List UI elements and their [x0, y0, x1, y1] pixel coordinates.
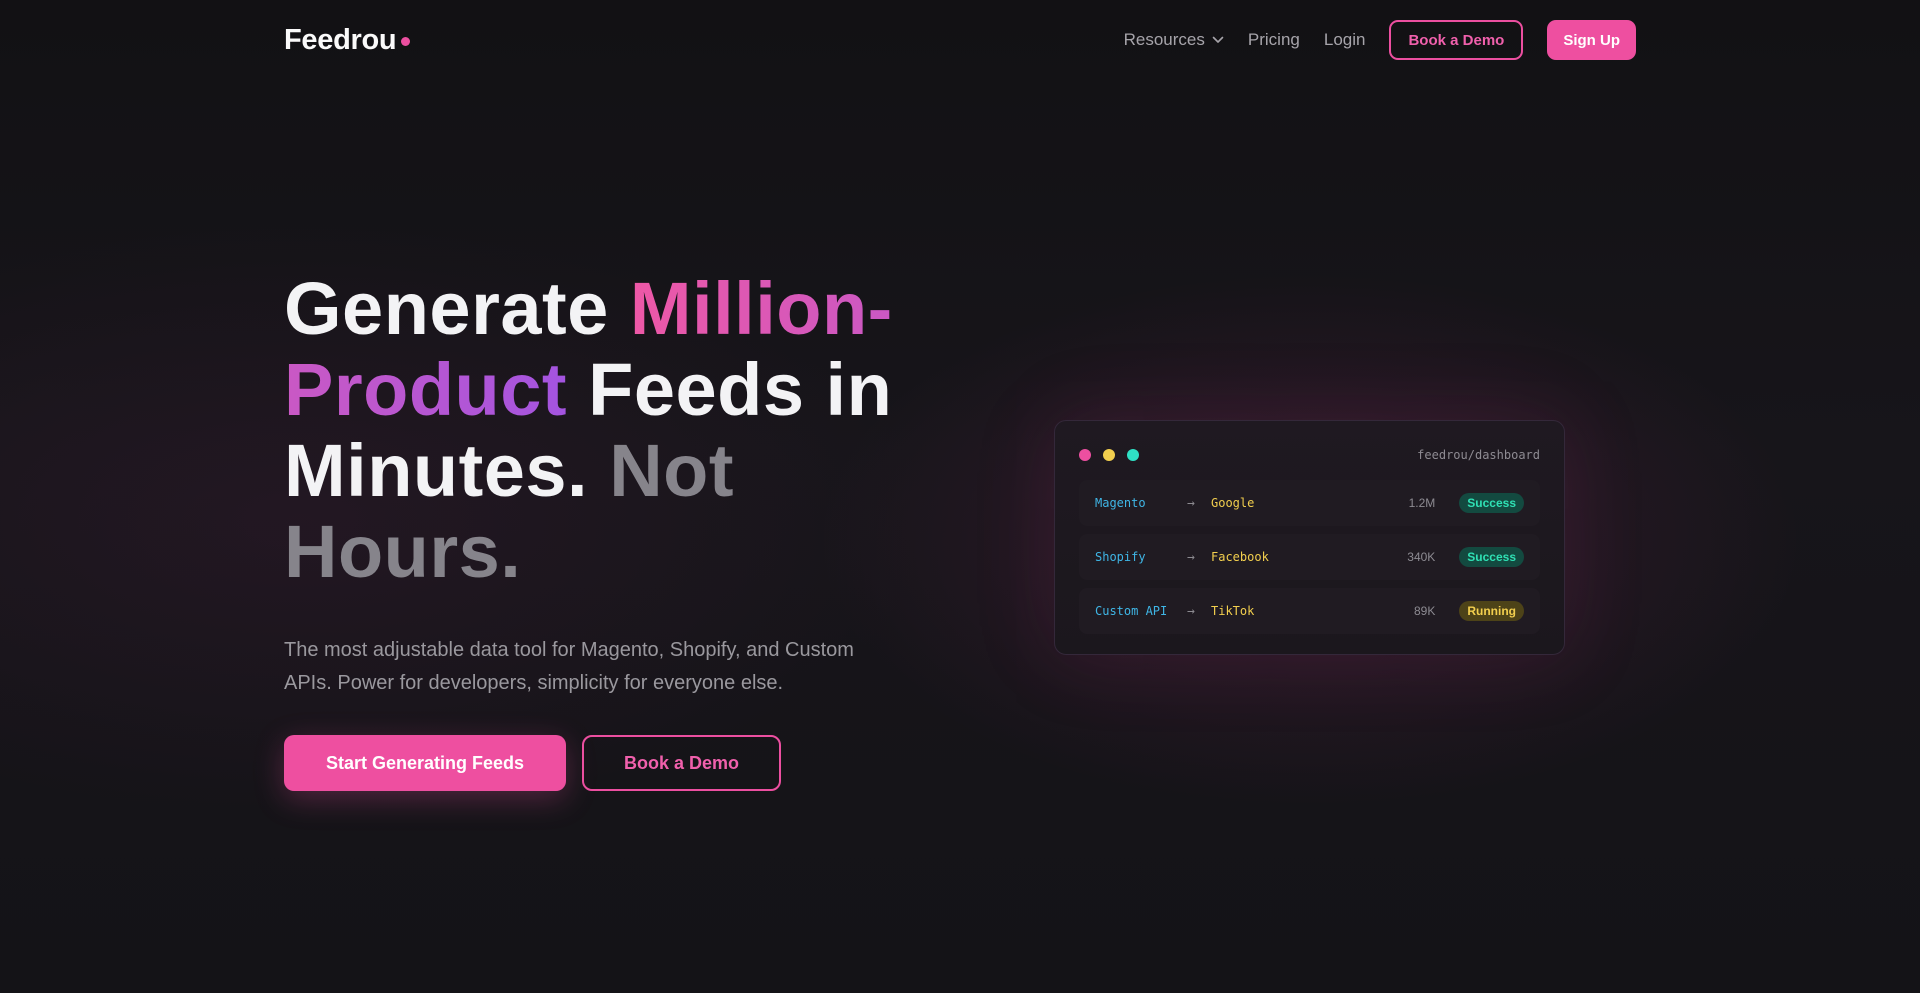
brand-logo[interactable]: Feedrou [284, 23, 411, 57]
feed-count: 89K [1413, 604, 1436, 618]
hero-subcopy: The most adjustable data tool for Magent… [284, 639, 854, 694]
feed-source: Magento [1095, 496, 1146, 510]
cta-row: Start Generating Feeds Book a Demo [284, 735, 924, 791]
top-navbar: Feedrou Resources Pricing Login Book a D… [284, 18, 1636, 62]
feed-count: 1.2M [1408, 496, 1436, 510]
nav-resources-label: Resources [1123, 30, 1205, 49]
hero-headline: Generate Million-Product Feeds in Minute… [284, 268, 924, 592]
feed-row: Custom API → TikTok 89K Running [1079, 588, 1540, 634]
headline-part1: Generate [284, 267, 630, 350]
feed-count: 340K [1407, 550, 1436, 564]
status-badge: Success [1459, 547, 1524, 567]
nav-resources-dropdown[interactable]: Resources [1124, 30, 1224, 50]
nav-sign-up-button[interactable]: Sign Up [1547, 20, 1636, 60]
hero-section: Generate Million-Product Feeds in Minute… [284, 268, 924, 791]
nav-login-link[interactable]: Login [1324, 30, 1366, 50]
window-dots [1079, 449, 1151, 461]
brand-dot-icon [401, 36, 411, 46]
chevron-down-icon [1212, 36, 1224, 44]
feed-row: Shopify → Facebook 340K Success [1079, 534, 1540, 580]
window-dot-green-icon [1127, 449, 1139, 461]
arrow-right-icon: → [1187, 603, 1195, 619]
feed-source: Custom API [1095, 604, 1168, 618]
hero-book-demo-button[interactable]: Book a Demo [582, 735, 781, 791]
arrow-right-icon: → [1187, 495, 1195, 511]
brand-name: Feedrou [284, 23, 397, 56]
feed-rows: Magento → Google 1.2M Success Shopify → … [1055, 480, 1564, 634]
status-badge: Running [1459, 601, 1524, 621]
feed-destination: TikTok [1211, 604, 1255, 618]
feed-source: Shopify [1095, 550, 1146, 564]
arrow-right-icon: → [1187, 549, 1195, 565]
feed-destination: Facebook [1211, 550, 1269, 564]
card-titlebar: feedrou/dashboard [1055, 438, 1564, 472]
start-generating-feeds-button[interactable]: Start Generating Feeds [284, 735, 566, 791]
nav-menu: Resources Pricing Login Book a Demo Sign… [1124, 20, 1636, 60]
nav-book-demo-button[interactable]: Book a Demo [1389, 20, 1524, 60]
feed-row: Magento → Google 1.2M Success [1079, 480, 1540, 526]
dashboard-path: feedrou/dashboard [1417, 448, 1540, 462]
nav-pricing-link[interactable]: Pricing [1248, 30, 1300, 50]
status-badge: Success [1459, 493, 1524, 513]
window-dot-yellow-icon [1103, 449, 1115, 461]
window-dot-pink-icon [1079, 449, 1091, 461]
dashboard-preview-card: feedrou/dashboard Magento → Google 1.2M … [1054, 420, 1565, 655]
feed-destination: Google [1211, 496, 1255, 510]
